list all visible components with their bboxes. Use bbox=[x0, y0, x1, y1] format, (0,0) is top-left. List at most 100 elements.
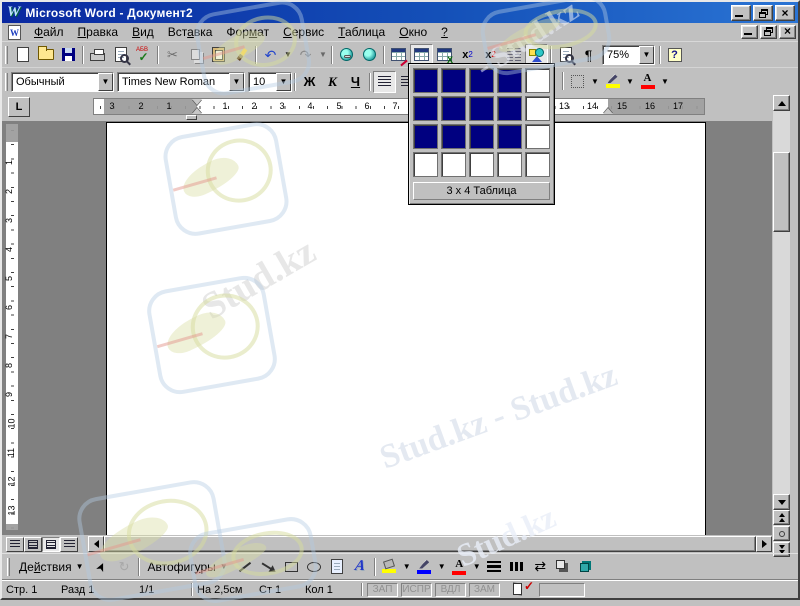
select-objects-button[interactable]: ➤ bbox=[90, 556, 113, 578]
save-button[interactable] bbox=[57, 44, 80, 66]
zoom-combo[interactable]: 75%▼ bbox=[602, 45, 655, 65]
doc-restore-button[interactable] bbox=[760, 25, 777, 39]
table-grid-cell[interactable] bbox=[413, 152, 438, 177]
line-style-button[interactable] bbox=[483, 556, 506, 578]
doc-close-button[interactable]: × bbox=[779, 25, 796, 39]
table-grid-cell[interactable] bbox=[497, 68, 522, 93]
line-color-dropdown[interactable]: ▼ bbox=[436, 556, 448, 578]
autoshapes-menu-button[interactable]: Автофигуры▼ bbox=[142, 556, 234, 578]
status-toggle[interactable]: ВДЛ bbox=[435, 583, 466, 597]
page-layout-view-button[interactable] bbox=[42, 537, 60, 552]
menu-item[interactable]: Таблица bbox=[331, 24, 392, 40]
table-grid-cell[interactable] bbox=[469, 96, 494, 121]
line-color-button[interactable] bbox=[413, 556, 436, 578]
text-box-button[interactable] bbox=[326, 556, 349, 578]
vertical-scrollbar[interactable] bbox=[773, 95, 790, 557]
italic-button[interactable]: К bbox=[321, 71, 344, 93]
toolbar-grip[interactable] bbox=[7, 558, 10, 576]
zoom-dropdown-arrow[interactable]: ▼ bbox=[639, 46, 654, 64]
font-size-dropdown-arrow[interactable]: ▼ bbox=[276, 73, 291, 91]
font-color-button[interactable]: А bbox=[448, 556, 471, 578]
horizontal-scroll-track[interactable] bbox=[88, 536, 772, 552]
scroll-right-button[interactable] bbox=[756, 536, 772, 552]
vertical-ruler[interactable]: 12345678910111213 bbox=[5, 123, 19, 531]
table-grid-cell[interactable] bbox=[413, 68, 438, 93]
spelling-button[interactable]: АБВ✓ bbox=[132, 44, 155, 66]
scroll-up-button[interactable] bbox=[773, 95, 790, 111]
restore-button[interactable] bbox=[753, 5, 773, 21]
menu-item[interactable]: Окно bbox=[392, 24, 434, 40]
arrow-button[interactable] bbox=[257, 556, 280, 578]
arrow-style-button[interactable]: ⇄ bbox=[529, 556, 552, 578]
outline-view-button[interactable] bbox=[60, 537, 78, 552]
bold-button[interactable]: Ж bbox=[298, 71, 321, 93]
menu-item[interactable]: Файл bbox=[27, 24, 71, 40]
table-grid-cell[interactable] bbox=[525, 96, 550, 121]
table-grid-cell[interactable] bbox=[441, 96, 466, 121]
first-line-indent-marker[interactable] bbox=[192, 99, 202, 105]
table-grid-cell[interactable] bbox=[413, 96, 438, 121]
table-grid-cell[interactable] bbox=[525, 152, 550, 177]
undo-dropdown[interactable]: ▼ bbox=[282, 44, 294, 66]
table-grid-cell[interactable] bbox=[525, 124, 550, 149]
table-grid-cell[interactable] bbox=[525, 68, 550, 93]
select-browse-object-button[interactable] bbox=[773, 526, 790, 541]
tables-borders-button[interactable] bbox=[387, 44, 410, 66]
insert-hyperlink-button[interactable] bbox=[335, 44, 358, 66]
table-grid-cell[interactable] bbox=[441, 152, 466, 177]
paste-button[interactable] bbox=[207, 44, 230, 66]
print-button[interactable] bbox=[86, 44, 109, 66]
menu-item[interactable]: Вид bbox=[125, 24, 161, 40]
status-toggle[interactable]: ИСПР bbox=[401, 583, 432, 597]
underline-button[interactable]: Ч bbox=[344, 71, 367, 93]
oval-button[interactable] bbox=[303, 556, 326, 578]
menu-item[interactable]: Сервис bbox=[276, 24, 331, 40]
table-grid-cell[interactable] bbox=[497, 96, 522, 121]
borders-button[interactable] bbox=[566, 70, 589, 92]
font-color-dropdown[interactable]: ▼ bbox=[659, 70, 671, 92]
new-document-button[interactable] bbox=[11, 44, 34, 66]
table-grid-cell[interactable] bbox=[441, 68, 466, 93]
help-button[interactable]: ? bbox=[663, 44, 686, 66]
right-indent-marker[interactable] bbox=[603, 108, 613, 114]
font-combo[interactable]: Times New Roman▼ bbox=[117, 72, 245, 92]
undo-button[interactable]: ↶ bbox=[259, 44, 282, 66]
print-preview-button[interactable] bbox=[109, 44, 132, 66]
table-grid-cell[interactable] bbox=[497, 152, 522, 177]
horizontal-scroll-thumb[interactable] bbox=[104, 536, 756, 552]
table-grid-cell[interactable] bbox=[469, 124, 494, 149]
style-dropdown-arrow[interactable]: ▼ bbox=[98, 73, 113, 91]
tab-selector[interactable]: L bbox=[8, 97, 30, 117]
menu-item[interactable]: Правка bbox=[71, 24, 126, 40]
menu-item[interactable]: ? bbox=[434, 24, 455, 40]
highlight-dropdown[interactable]: ▼ bbox=[624, 70, 636, 92]
previous-page-button[interactable] bbox=[773, 510, 790, 525]
highlight-button[interactable] bbox=[601, 70, 624, 92]
table-grid-cell[interactable] bbox=[469, 152, 494, 177]
web-toolbar-button[interactable] bbox=[358, 44, 381, 66]
document-page[interactable] bbox=[106, 122, 706, 535]
font-color-dropdown[interactable]: ▼ bbox=[471, 556, 483, 578]
align-left-button[interactable] bbox=[373, 71, 396, 93]
normal-view-button[interactable] bbox=[6, 537, 24, 552]
scroll-down-button[interactable] bbox=[773, 494, 790, 510]
format-painter-button[interactable] bbox=[230, 44, 253, 66]
toolbar-grip[interactable] bbox=[5, 73, 8, 91]
table-grid-cell[interactable] bbox=[497, 124, 522, 149]
dash-style-button[interactable] bbox=[506, 556, 529, 578]
vertical-scroll-thumb[interactable] bbox=[773, 152, 790, 232]
horizontal-ruler[interactable]: 3211234567891011121314151617 bbox=[93, 98, 705, 115]
close-button[interactable]: × bbox=[775, 5, 795, 21]
show-paragraphs-button[interactable]: ¶ bbox=[577, 44, 600, 66]
document-map-button[interactable] bbox=[554, 44, 577, 66]
wordart-button[interactable]: A bbox=[349, 556, 372, 578]
font-dropdown-arrow[interactable]: ▼ bbox=[229, 73, 244, 91]
left-indent-marker[interactable] bbox=[186, 115, 197, 120]
web-layout-view-button[interactable] bbox=[24, 537, 42, 552]
status-toggle[interactable]: ЗАП bbox=[367, 583, 398, 597]
fill-color-button[interactable] bbox=[378, 556, 401, 578]
style-combo[interactable]: Обычный▼ bbox=[11, 72, 114, 92]
font-size-combo[interactable]: 10▼ bbox=[248, 72, 292, 92]
table-grid-cell[interactable] bbox=[469, 68, 494, 93]
rectangle-button[interactable] bbox=[280, 556, 303, 578]
